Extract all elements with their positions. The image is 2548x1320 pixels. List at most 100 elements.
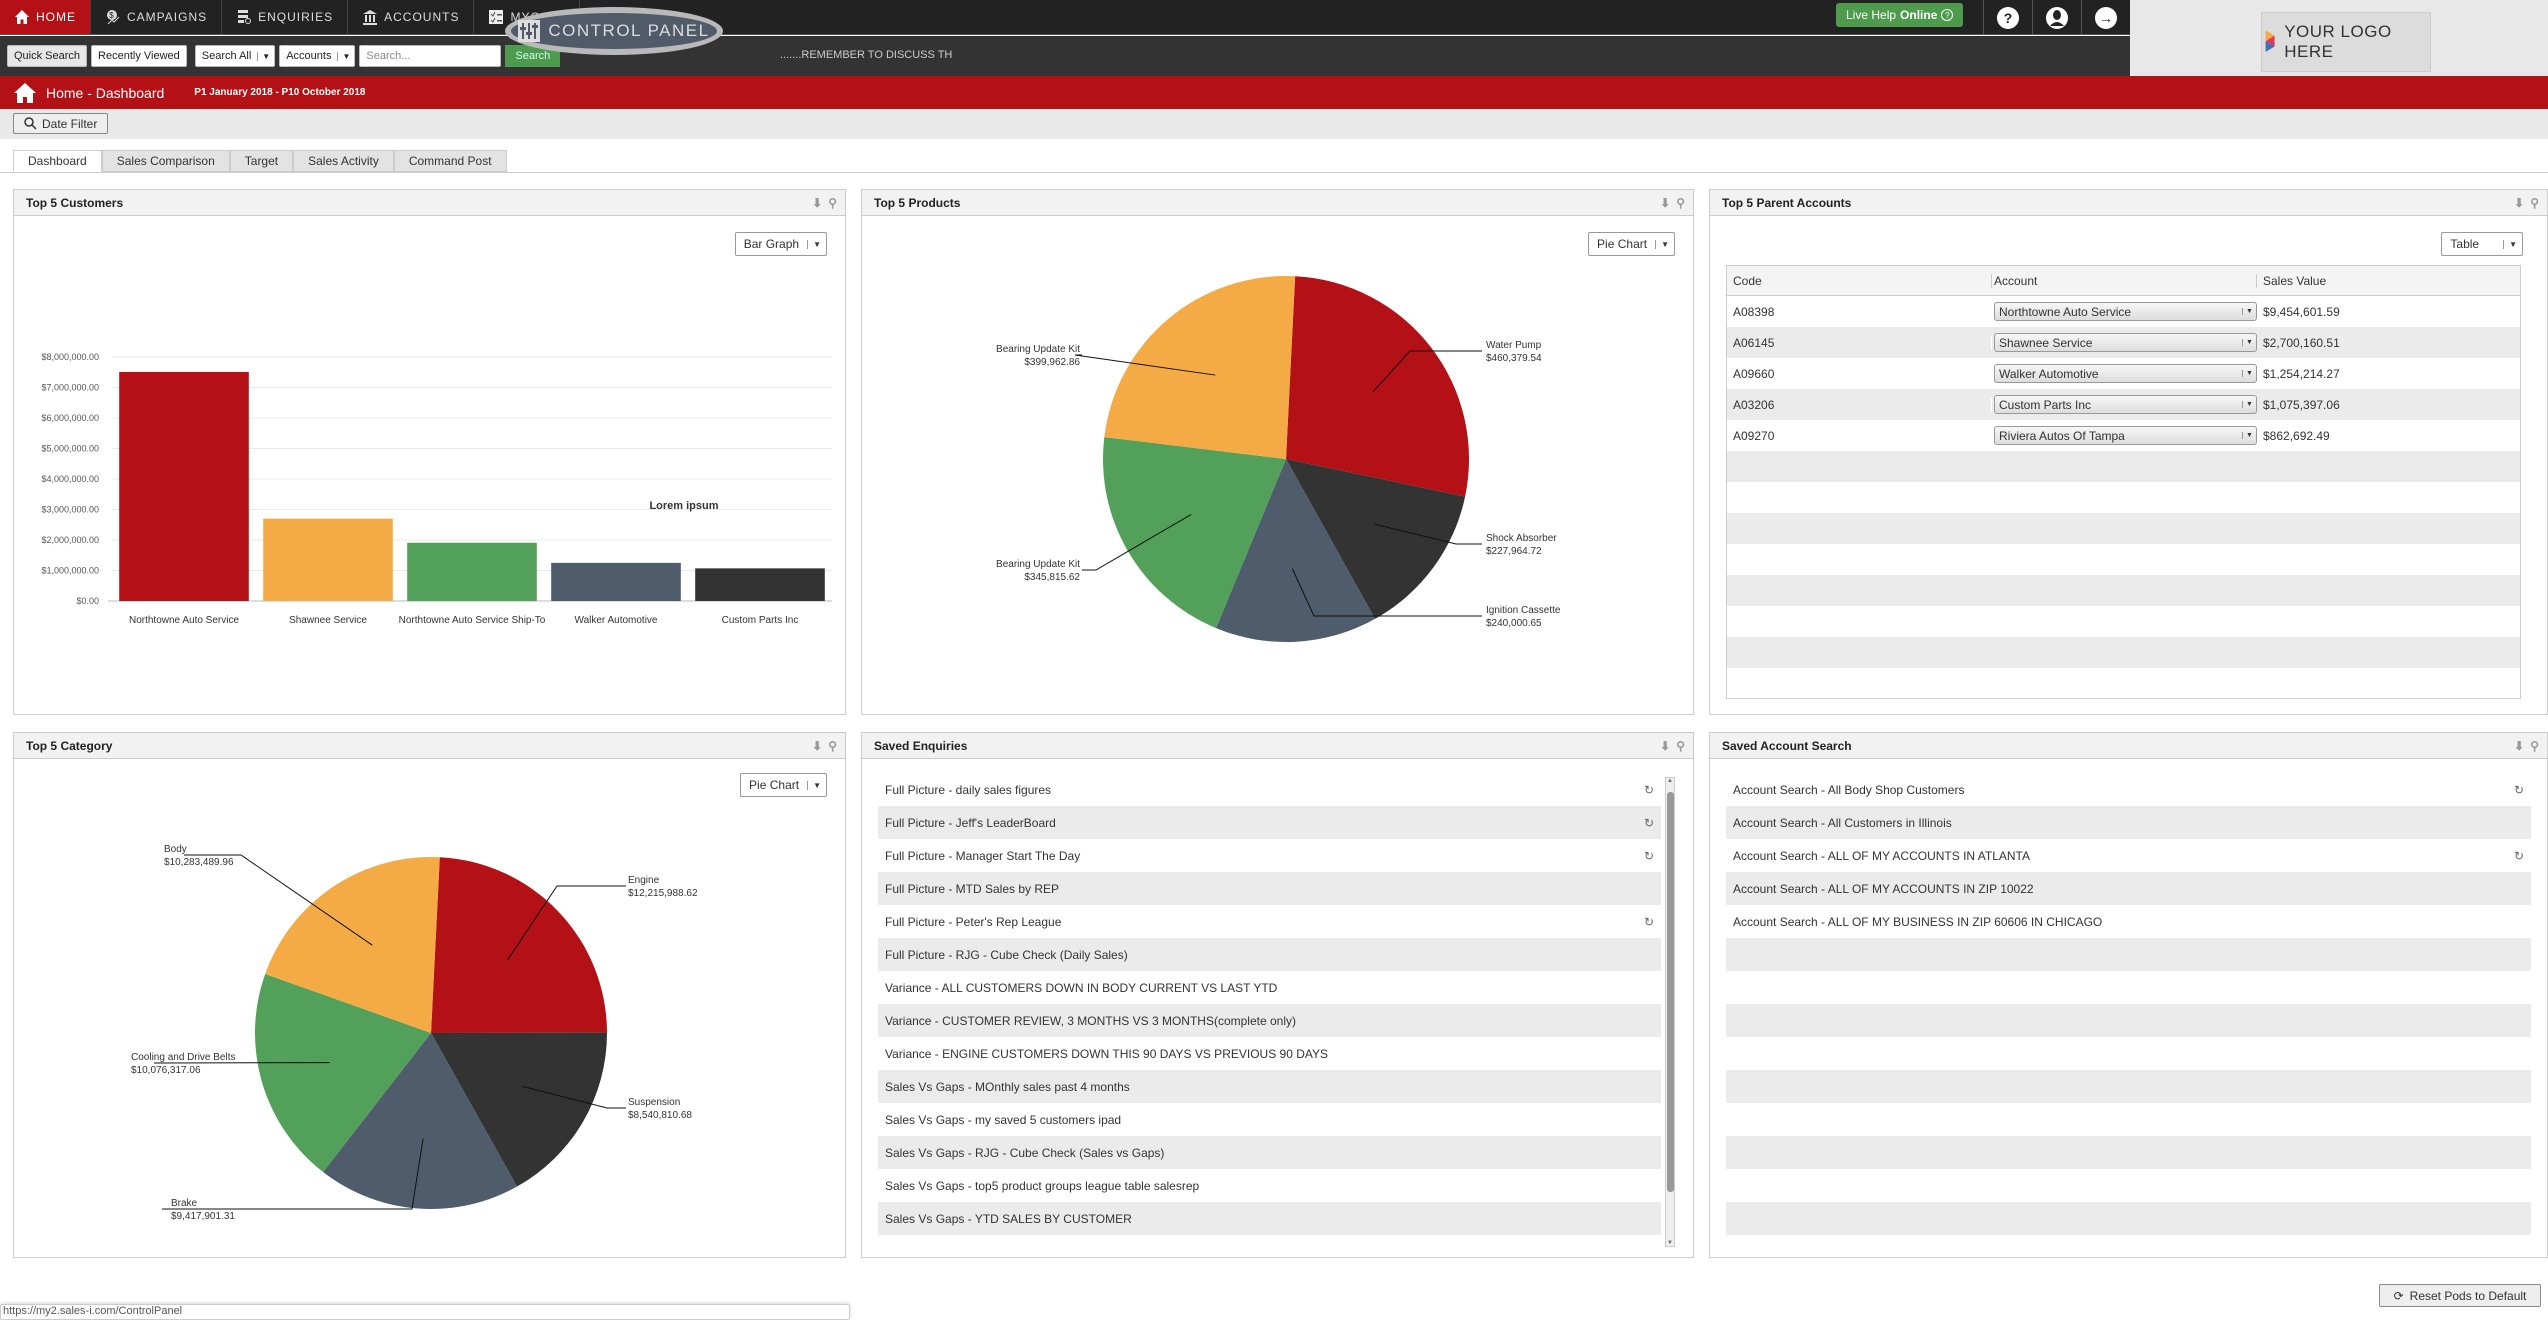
column-header-sales-value[interactable]: Sales Value: [2257, 274, 2326, 288]
scrollbar[interactable]: ▲ ▼: [1665, 777, 1675, 1247]
bar[interactable]: [407, 543, 537, 601]
pin-icon[interactable]: ⬇: [2514, 739, 2524, 753]
pod-title: Saved Enquiries: [874, 739, 967, 753]
pin-icon[interactable]: ⬇: [812, 739, 822, 753]
pin-icon[interactable]: ⬇: [2514, 196, 2524, 210]
pod-top5-category: Top 5 Category ⬇⚲ Pie Chart▼ Engine$12,2…: [13, 732, 846, 1258]
refresh-icon[interactable]: ↻: [2514, 849, 2524, 863]
account-select[interactable]: Walker Automotive▼: [1994, 364, 2257, 383]
search-scope-select[interactable]: Search All▼: [195, 45, 275, 67]
nav-campaigns[interactable]: $ CAMPAIGNS: [91, 0, 222, 34]
profile-button[interactable]: [2032, 0, 2081, 35]
nav-home[interactable]: HOME: [0, 0, 91, 34]
search-type-select[interactable]: Accounts▼: [279, 45, 355, 67]
refresh-icon[interactable]: ↻: [1644, 816, 1654, 830]
live-help-button[interactable]: Live Help Online ?: [1836, 3, 1963, 27]
tab-command-post[interactable]: Command Post: [394, 150, 507, 172]
bar[interactable]: [119, 372, 249, 601]
list-item[interactable]: Sales Vs Gaps - top5 product groups leag…: [878, 1169, 1661, 1202]
list-item[interactable]: Account Search - All Customers in Illino…: [1726, 806, 2531, 839]
account-select[interactable]: Northtowne Auto Service▼: [1994, 302, 2257, 321]
svg-text:$: $: [109, 11, 114, 20]
search-input[interactable]: Search...: [359, 45, 501, 67]
bar[interactable]: [695, 568, 825, 601]
list-item-label: Sales Vs Gaps - MOnthly sales past 4 mon…: [885, 1080, 1130, 1094]
list-item[interactable]: Full Picture - Peter's Rep League↻: [878, 905, 1661, 938]
y-tick-label: $7,000,000.00: [41, 383, 99, 393]
slice-value: $240,000.65: [1486, 618, 1542, 629]
magnify-icon[interactable]: ⚲: [1676, 196, 1685, 210]
slice-label: Water Pump: [1486, 340, 1542, 351]
list-item[interactable]: Full Picture - Jeff's LeaderBoard↻: [878, 806, 1661, 839]
tab-sales-activity[interactable]: Sales Activity: [293, 150, 394, 172]
account-select[interactable]: Custom Parts Inc▼: [1994, 395, 2257, 414]
refresh-icon[interactable]: ↻: [2514, 783, 2524, 797]
refresh-icon: ⟳: [2394, 1289, 2404, 1303]
chevron-down-icon: ▼: [2242, 401, 2256, 408]
pin-icon[interactable]: ⬇: [1660, 196, 1670, 210]
nav-accounts[interactable]: ACCOUNTS: [348, 0, 474, 34]
list-item: [1726, 1202, 2531, 1235]
magnify-icon[interactable]: ⚲: [1676, 739, 1685, 753]
list-item[interactable]: Account Search - ALL OF MY ACCOUNTS IN Z…: [1726, 872, 2531, 905]
pie-slice[interactable]: [1104, 276, 1295, 459]
magnify-icon[interactable]: ⚲: [828, 739, 837, 753]
column-header-code[interactable]: Code: [1727, 274, 1992, 288]
scroll-down-icon[interactable]: ▼: [1666, 1240, 1674, 1246]
list-item[interactable]: Full Picture - Manager Start The Day↻: [878, 839, 1661, 872]
slice-value: $345,815.62: [1024, 572, 1080, 583]
table-row: A06145Shawnee Service▼$2,700,160.51: [1727, 327, 2520, 358]
account-select[interactable]: Shawnee Service▼: [1994, 333, 2257, 352]
bar[interactable]: [551, 563, 681, 601]
bar[interactable]: [263, 519, 393, 601]
list-item[interactable]: Account Search - All Body Shop Customers…: [1726, 773, 2531, 806]
help-circle-icon: ?: [1941, 9, 1953, 21]
list-item[interactable]: Sales Vs Gaps - MOnthly sales past 4 mon…: [878, 1070, 1661, 1103]
account-select[interactable]: Riviera Autos Of Tampa▼: [1994, 426, 2257, 445]
column-header-account[interactable]: Account: [1992, 274, 2257, 288]
reset-pods-button[interactable]: ⟳ Reset Pods to Default: [2379, 1284, 2541, 1307]
tab-dashboard[interactable]: Dashboard: [13, 150, 102, 172]
y-tick-label: $5,000,000.00: [41, 444, 99, 454]
list-item[interactable]: Account Search - ALL OF MY ACCOUNTS IN A…: [1726, 839, 2531, 872]
quick-search-button[interactable]: Quick Search: [7, 45, 87, 67]
news-ticker: .......REMEMBER TO DISCUSS TH: [780, 49, 952, 61]
y-tick-label: $0.00: [76, 596, 99, 606]
date-range: P1 January 2018 - P10 October 2018: [194, 87, 365, 98]
list-item[interactable]: Variance - ALL CUSTOMERS DOWN IN BODY CU…: [878, 971, 1661, 1004]
scroll-up-icon[interactable]: ▲: [1666, 778, 1674, 784]
magnify-icon[interactable]: ⚲: [828, 196, 837, 210]
list-item[interactable]: Variance - ENGINE CUSTOMERS DOWN THIS 90…: [878, 1037, 1661, 1070]
slice-label: Bearing Update Kit: [996, 344, 1080, 355]
list-item[interactable]: Full Picture - daily sales figures↻: [878, 773, 1661, 806]
list-item[interactable]: Full Picture - MTD Sales by REP: [878, 872, 1661, 905]
control-panel-button[interactable]: CONTROL PANEL: [505, 7, 723, 55]
scrollbar-thumb[interactable]: [1667, 792, 1674, 1192]
tab-target[interactable]: Target: [230, 150, 293, 172]
list-item[interactable]: Full Picture - RJG - Cube Check (Daily S…: [878, 938, 1661, 971]
logout-button[interactable]: →: [2081, 0, 2130, 35]
logo-text: YOUR LOGO HERE: [2284, 22, 2430, 62]
pin-icon[interactable]: ⬇: [1660, 739, 1670, 753]
pin-icon[interactable]: ⬇: [812, 196, 822, 210]
refresh-icon[interactable]: ↻: [1644, 783, 1654, 797]
view-type-select[interactable]: Table▼: [2441, 232, 2523, 256]
magnify-icon[interactable]: ⚲: [2530, 739, 2539, 753]
y-tick-label: $6,000,000.00: [41, 413, 99, 423]
magnify-icon[interactable]: ⚲: [2530, 196, 2539, 210]
list-item[interactable]: Account Search - ALL OF MY BUSINESS IN Z…: [1726, 905, 2531, 938]
pie-slice[interactable]: [431, 857, 607, 1033]
refresh-icon[interactable]: ↻: [1644, 915, 1654, 929]
list-item[interactable]: Sales Vs Gaps - YTD SALES BY CUSTOMER: [878, 1202, 1661, 1235]
nav-enquiries[interactable]: ENQUIRIES: [222, 0, 348, 34]
refresh-icon[interactable]: ↻: [1644, 849, 1654, 863]
products-pie-chart: Water Pump$460,379.54Shock Absorber$227,…: [862, 216, 1695, 716]
tab-sales-comparison[interactable]: Sales Comparison: [102, 150, 230, 172]
list-item[interactable]: Variance - CUSTOMER REVIEW, 3 MONTHS VS …: [878, 1004, 1661, 1037]
list-item[interactable]: Sales Vs Gaps - RJG - Cube Check (Sales …: [878, 1136, 1661, 1169]
list-item[interactable]: Sales Vs Gaps - my saved 5 customers ipa…: [878, 1103, 1661, 1136]
help-button[interactable]: ?: [1983, 0, 2032, 35]
recently-viewed-button[interactable]: Recently Viewed: [91, 45, 187, 67]
date-filter-button[interactable]: Date Filter: [13, 113, 108, 134]
account-code: A09660: [1727, 367, 1992, 381]
